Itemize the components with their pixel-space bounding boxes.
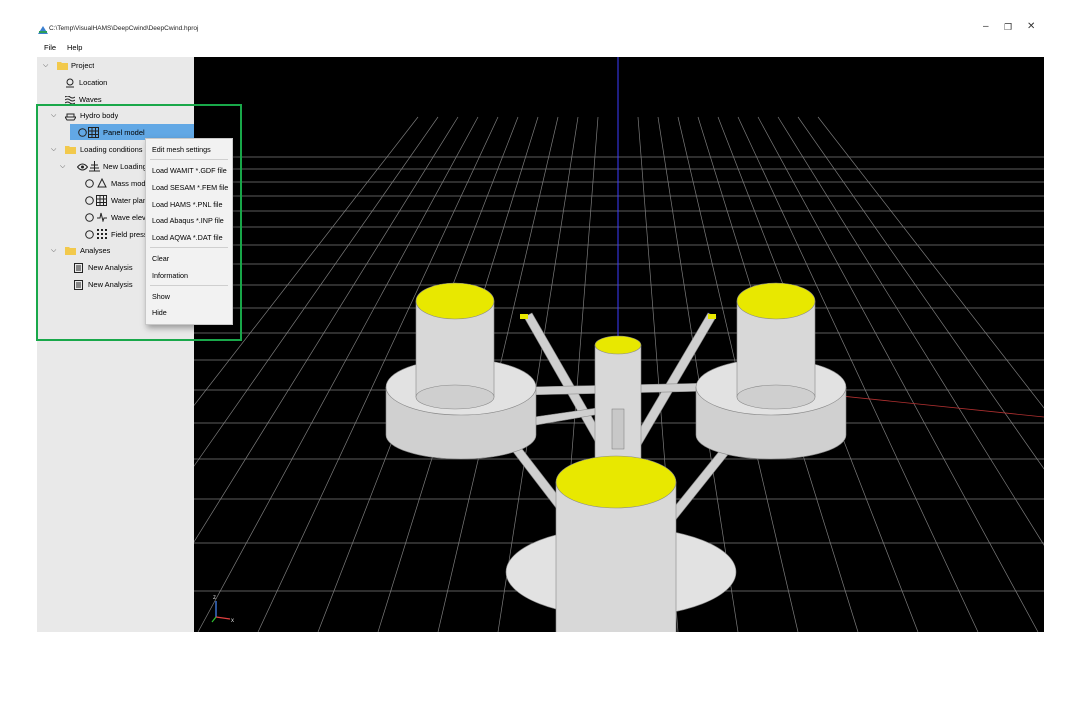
waves-icon	[65, 96, 75, 104]
right-offset-column	[695, 282, 847, 460]
menu-separator	[150, 285, 228, 286]
app-icon	[38, 26, 48, 34]
context-menu: Edit mesh settings Load WAMIT *.GDF file…	[145, 138, 233, 325]
connector	[708, 314, 716, 319]
location-pin-icon	[66, 78, 74, 88]
menu-item-show[interactable]: Show	[152, 292, 170, 301]
central-column	[594, 335, 642, 466]
menu-item-information[interactable]: Information	[152, 271, 188, 280]
connector	[520, 314, 528, 319]
tree-label: Project	[71, 61, 95, 70]
restore-button[interactable]: ❐	[1004, 22, 1012, 32]
axis-label-z: z	[213, 595, 216, 601]
title-bar: C:\Temp\VisualHAMS\DeepCwind\DeepCwind.h…	[0, 0, 1075, 38]
menu-item-load-sesam[interactable]: Load SESAM *.FEM file	[152, 183, 228, 192]
3d-viewport[interactable]: z x	[194, 57, 1044, 632]
tree-item-project[interactable]: ⌵ Project	[40, 58, 190, 73]
menu-separator	[150, 247, 228, 248]
menu-item-load-abaqus[interactable]: Load Abaqus *.INP file	[152, 216, 224, 225]
menu-separator	[150, 159, 228, 160]
menu-item-load-aqwa[interactable]: Load AQWA *.DAT file	[152, 233, 223, 242]
menu-item-load-hams[interactable]: Load HAMS *.PNL file	[152, 200, 222, 209]
menu-item-load-wamit[interactable]: Load WAMIT *.GDF file	[152, 166, 227, 175]
viewport-scene	[194, 57, 1044, 632]
menu-help[interactable]: Help	[67, 43, 82, 52]
axis-triad: z x	[211, 595, 234, 624]
menu-file[interactable]: File	[44, 43, 56, 52]
menu-item-edit-mesh-settings[interactable]: Edit mesh settings	[152, 145, 211, 154]
minimize-button[interactable]: –	[983, 22, 989, 32]
tree-label: Location	[79, 78, 108, 87]
folder-icon	[57, 62, 68, 70]
menu-item-hide[interactable]: Hide	[152, 308, 167, 317]
tree-item-location[interactable]: Location	[40, 75, 190, 90]
close-button[interactable]: ✕	[1027, 22, 1035, 32]
window-title: C:\Temp\VisualHAMS\DeepCwind\DeepCwind.h…	[49, 25, 199, 32]
axis-label-x: x	[231, 618, 234, 624]
chevron-down-icon[interactable]: ⌵	[43, 58, 48, 73]
menu-item-clear[interactable]: Clear	[152, 254, 169, 263]
